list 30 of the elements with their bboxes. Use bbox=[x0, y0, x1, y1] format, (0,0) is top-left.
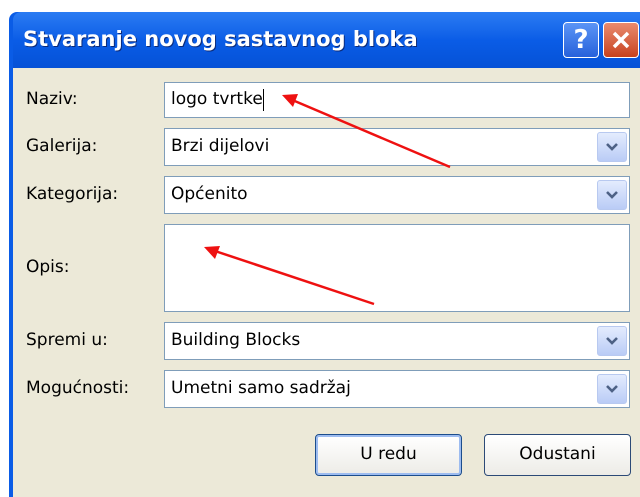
text-area[interactable] bbox=[164, 224, 630, 312]
help-button[interactable]: ? bbox=[563, 22, 599, 58]
dropdown-button[interactable] bbox=[597, 180, 627, 210]
dropdown-value: Brzi dijelovi bbox=[170, 135, 270, 158]
dropdown-field[interactable]: Općenito bbox=[164, 176, 630, 214]
field-label: Opis: bbox=[26, 256, 70, 280]
dropdown-button[interactable] bbox=[597, 326, 627, 356]
dialog-button[interactable]: Odustani bbox=[484, 434, 631, 476]
window-title: Stvaranje novog sastavnog bloka bbox=[23, 26, 419, 54]
dropdown-field[interactable]: Building Blocks bbox=[164, 322, 630, 360]
dropdown-button[interactable] bbox=[597, 374, 627, 404]
dropdown-value: Umetni samo sadržaj bbox=[170, 377, 351, 400]
chevron-down-icon bbox=[605, 384, 619, 394]
close-button[interactable] bbox=[603, 22, 639, 58]
field-label: Mogućnosti: bbox=[26, 377, 130, 400]
dropdown-field[interactable]: Umetni samo sadržaj bbox=[164, 370, 630, 408]
field-label: Spremi u: bbox=[26, 329, 109, 352]
chevron-down-icon bbox=[605, 336, 619, 346]
field-label: Naziv: bbox=[26, 88, 79, 112]
dropdown-value: Općenito bbox=[170, 183, 248, 206]
field-label: Kategorija: bbox=[26, 183, 120, 206]
dropdown-button[interactable] bbox=[597, 132, 627, 162]
dropdown-value: Building Blocks bbox=[170, 329, 300, 352]
chevron-down-icon bbox=[605, 190, 619, 200]
text-input[interactable]: logo tvrtke bbox=[164, 82, 630, 118]
dropdown-field[interactable]: Brzi dijelovi bbox=[164, 128, 630, 166]
field-label: Galerija: bbox=[26, 135, 98, 158]
dialog-button[interactable]: U redu bbox=[315, 434, 462, 476]
close-icon bbox=[611, 30, 631, 50]
chevron-down-icon bbox=[605, 142, 619, 152]
